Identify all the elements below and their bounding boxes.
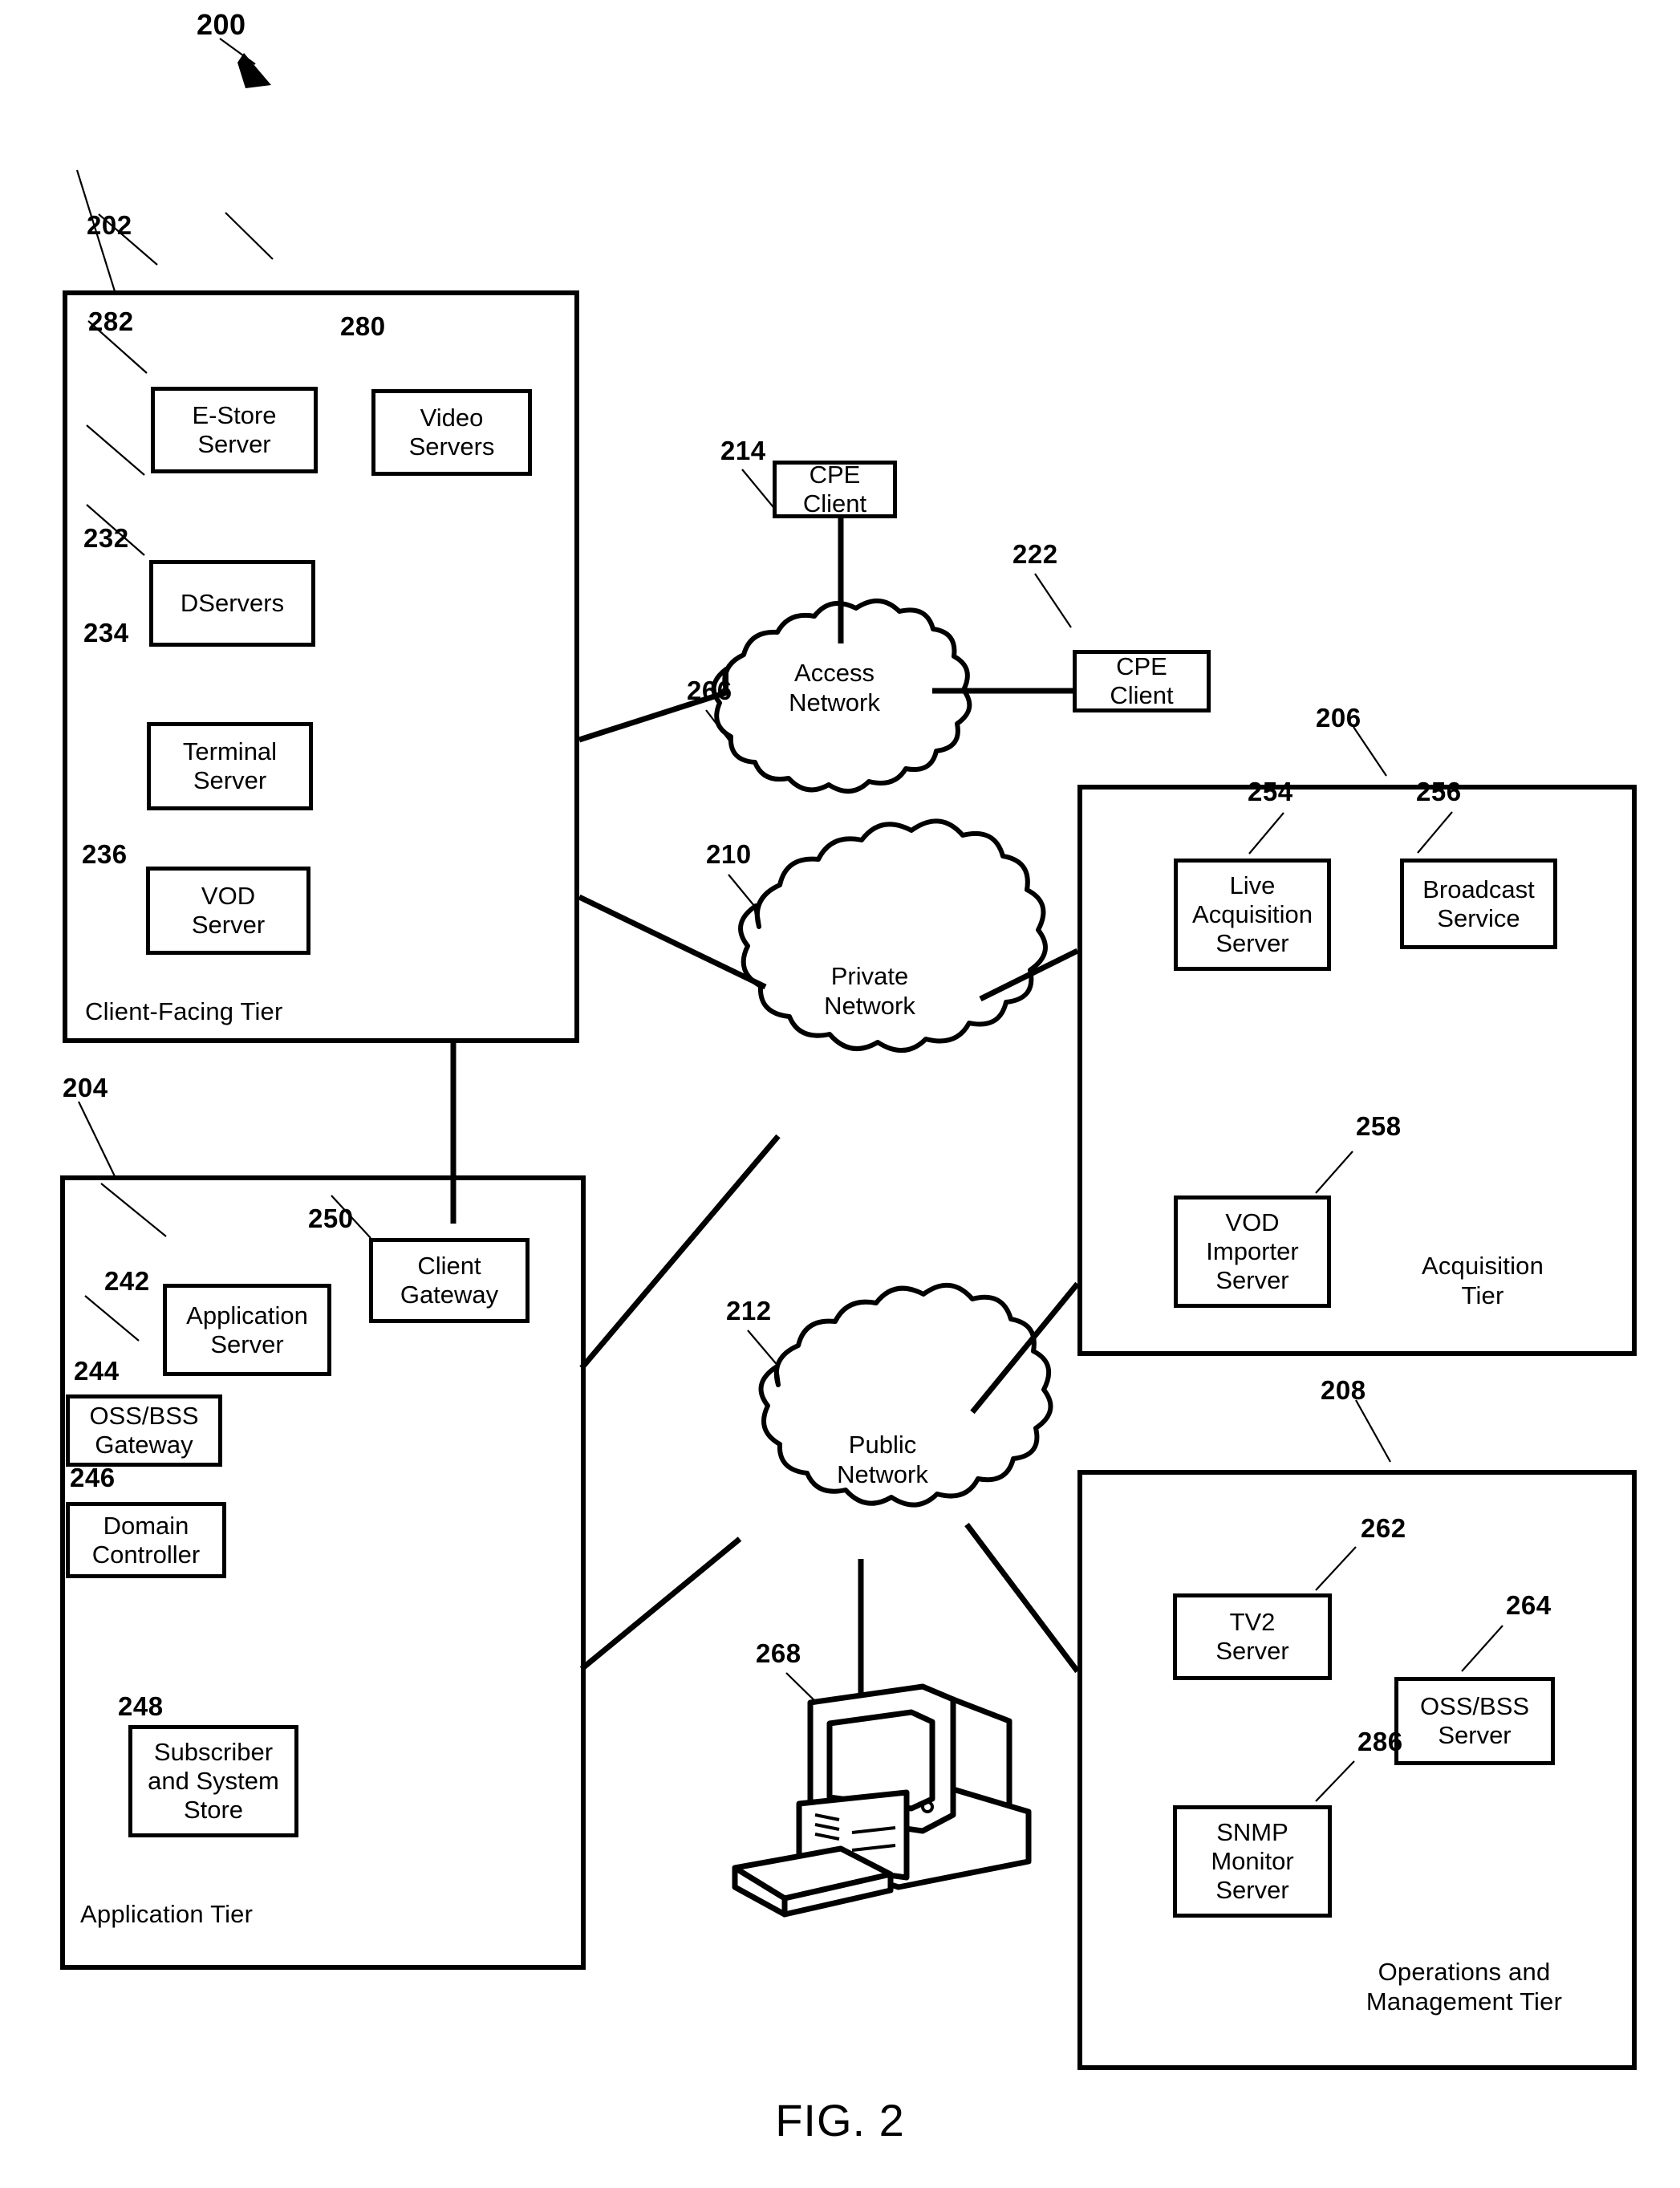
component-tv2-server[interactable]: TV2 Server: [1173, 1593, 1332, 1680]
ref-208: 208: [1321, 1375, 1366, 1405]
ref-246: 246: [70, 1463, 116, 1492]
component-vod-server[interactable]: VOD Server: [146, 867, 310, 955]
component-client-gateway[interactable]: Client Gateway: [369, 1238, 530, 1323]
network-label-private: Private Network: [824, 962, 915, 1021]
ref-286: 286: [1357, 1727, 1403, 1756]
component-subscriber-system-store[interactable]: Subscriber and System Store: [128, 1725, 298, 1837]
ref-204: 204: [63, 1073, 108, 1102]
component-oss-bss-gateway[interactable]: OSS/BSS Gateway: [66, 1394, 222, 1467]
tier-label-operations: Operations and Management Tier: [1366, 1958, 1563, 2015]
ref-200: 200: [197, 8, 246, 41]
component-e-store-server[interactable]: E-Store Server: [151, 387, 318, 473]
ref-268: 268: [756, 1638, 801, 1668]
ref-248: 248: [118, 1691, 164, 1721]
desktop-computer-icon: [732, 1683, 1032, 1918]
client-cpe-right[interactable]: CPE Client: [1073, 650, 1211, 712]
ref-214: 214: [720, 436, 766, 465]
ref-254: 254: [1248, 777, 1293, 806]
client-cpe-top[interactable]: CPE Client: [773, 461, 897, 518]
component-snmp-monitor-server[interactable]: SNMP Monitor Server: [1173, 1805, 1332, 1918]
ref-210: 210: [706, 839, 752, 869]
tier-label-acquisition: Acquisition Tier: [1421, 1252, 1544, 1309]
ref-264: 264: [1506, 1590, 1552, 1620]
component-dservers[interactable]: DServers: [149, 560, 315, 647]
tier-label-client-facing: Client-Facing Tier: [85, 997, 283, 1025]
ref-256: 256: [1416, 777, 1462, 806]
ref-244: 244: [74, 1356, 120, 1386]
ref-236: 236: [82, 839, 128, 869]
ref-250: 250: [308, 1204, 354, 1233]
ref-212: 212: [726, 1296, 772, 1325]
ref-282: 282: [88, 306, 134, 336]
component-application-server[interactable]: Application Server: [163, 1284, 331, 1376]
component-domain-controller[interactable]: Domain Controller: [66, 1502, 226, 1578]
ref-202: 202: [87, 210, 132, 240]
ref-280: 280: [340, 311, 386, 341]
ref-206: 206: [1316, 703, 1361, 733]
network-label-public: Public Network: [837, 1431, 928, 1489]
component-video-servers[interactable]: Video Servers: [371, 389, 532, 476]
component-broadcast-service[interactable]: Broadcast Service: [1400, 859, 1557, 949]
ref-262: 262: [1361, 1513, 1406, 1543]
ref-258: 258: [1356, 1111, 1402, 1141]
component-oss-bss-server[interactable]: OSS/BSS Server: [1394, 1677, 1555, 1765]
ref-234: 234: [83, 618, 129, 647]
patent-figure-page: 202 Client-Facing Tier 282 E-Store Serve…: [0, 0, 1680, 2188]
component-live-acquisition-server[interactable]: Live Acquisition Server: [1174, 859, 1331, 971]
ref-266: 266: [687, 676, 732, 705]
component-terminal-server[interactable]: Terminal Server: [147, 722, 313, 810]
ref-242: 242: [104, 1266, 150, 1296]
system-leader-arrow: [219, 38, 271, 88]
ref-222: 222: [1012, 539, 1058, 569]
figure-caption: FIG. 2: [775, 2095, 905, 2145]
ref-232: 232: [83, 523, 129, 553]
network-label-access: Access Network: [789, 659, 880, 717]
tier-label-application: Application Tier: [80, 1900, 254, 1928]
component-vod-importer-server[interactable]: VOD Importer Server: [1174, 1195, 1331, 1308]
